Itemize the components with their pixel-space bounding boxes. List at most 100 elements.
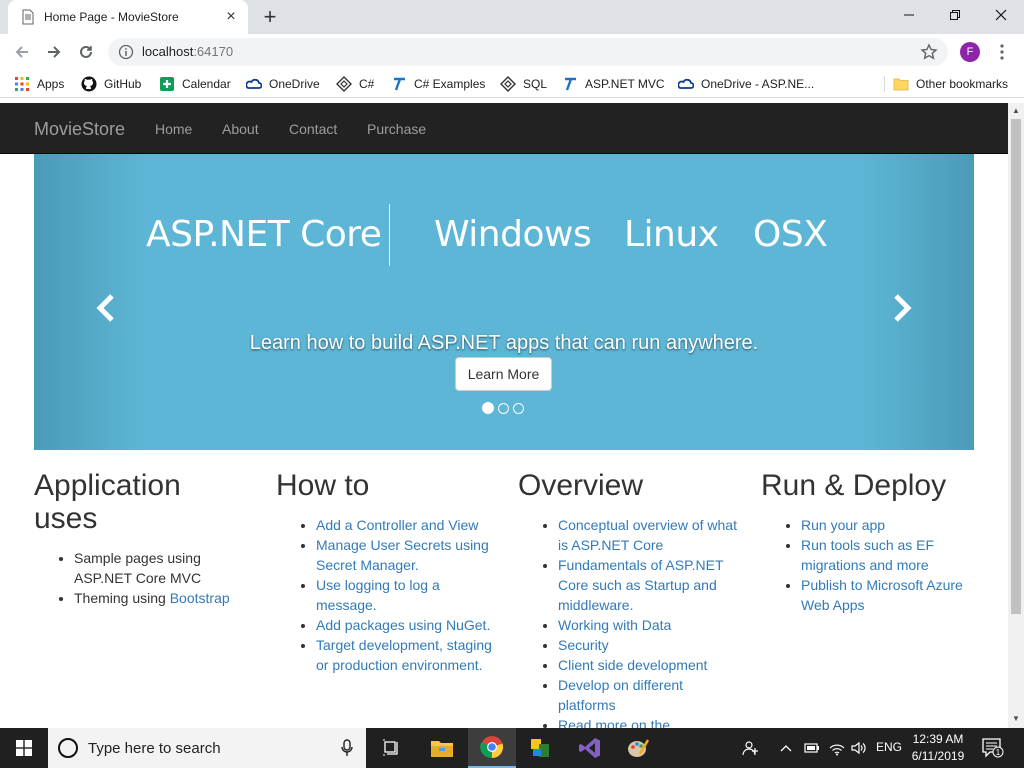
list-item: Sample pages using ASP.NET Core MVC [74,548,256,588]
list-link[interactable]: Client side development [558,657,707,673]
sticky-app-taskbar-button[interactable] [516,728,564,768]
microphone-icon[interactable] [340,739,354,757]
bookmark-csharp-examples[interactable]: C# Examples [391,75,485,93]
bookmarks-bar: Apps GitHub Calendar OneDrive C# C# Exam… [0,70,1024,98]
scroll-up-arrow-icon[interactable]: ▲ [1012,107,1020,115]
carousel-indicator-3[interactable] [513,403,524,414]
list-link[interactable]: Add packages using NuGet. [316,617,490,633]
diamond-icon [336,76,352,92]
bookmark-onedrive[interactable]: OneDrive [246,75,320,93]
carousel-indicator-1[interactable] [482,402,494,414]
list-link[interactable]: Use logging to log a message. [316,577,440,613]
nav-link-contact[interactable]: Contact [289,121,337,137]
restore-icon [950,10,960,20]
chrome-taskbar-button[interactable] [468,728,516,768]
wifi-icon[interactable] [828,740,846,756]
start-button[interactable] [0,728,48,768]
hero-word-windows: Windows [434,214,592,255]
tray-chevron-up-icon[interactable] [780,740,792,756]
column-overview: Overview Conceptual overview of what is … [518,469,740,728]
windows-logo-icon [16,740,32,756]
menu-kebab-icon[interactable] [996,42,1008,62]
visual-studio-taskbar-button[interactable] [566,728,614,768]
task-view-button[interactable] [368,728,416,768]
battery-icon[interactable] [803,740,821,756]
column-list: Sample pages using ASP.NET Core MVC Them… [34,548,256,608]
list-link[interactable]: Add a Controller and View [316,517,478,533]
list-link[interactable]: Publish to Microsoft Azure Web Apps [801,577,963,613]
bookmark-sql[interactable]: SQL [500,75,547,93]
bookmark-csharp[interactable]: C# [336,75,374,93]
list-item: Use logging to log a message. [316,575,498,615]
bootstrap-link[interactable]: Bootstrap [170,590,230,606]
scroll-down-arrow-icon[interactable]: ▼ [1012,715,1020,723]
tab-close-icon[interactable]: × [224,9,238,25]
input-language-indicator[interactable]: ENG [876,740,902,756]
people-icon[interactable] [742,740,760,756]
column-list: Add a Controller and View Manage User Se… [276,515,498,675]
address-bar[interactable]: localhost:64170 [108,38,948,66]
action-center-notification-icon[interactable]: 1 [982,738,1004,758]
paint-taskbar-button[interactable] [614,728,662,768]
list-item-text: Sample pages using ASP.NET Core MVC [74,550,202,586]
windows-taskbar: Type here to search ENG 12:39 AM 6/11/20… [0,728,1024,768]
reload-button[interactable] [74,40,98,64]
list-link[interactable]: Conceptual overview of what is ASP.NET C… [558,517,737,553]
list-link[interactable]: Target development, staging or productio… [316,637,492,673]
carousel-next-chevron-icon[interactable] [886,288,916,328]
profile-avatar[interactable]: F [960,42,980,62]
nav-link-home[interactable]: Home [155,121,192,137]
bookmark-label: OneDrive [269,77,320,91]
bookmark-aspnet-mvc[interactable]: ASP.NET MVC [562,75,665,93]
list-link[interactable]: Security [558,637,609,653]
scrollbar-thumb[interactable] [1011,119,1021,614]
nav-link-purchase[interactable]: Purchase [367,121,426,137]
bookmark-label: OneDrive - ASP.NE... [701,77,815,91]
site-brand-link[interactable]: MovieStore [34,119,125,140]
info-icon[interactable] [118,44,134,60]
bookmark-onedrive-aspnet[interactable]: OneDrive - ASP.NE... [678,75,814,93]
file-explorer-button[interactable] [418,728,466,768]
carousel-indicator-2[interactable] [498,403,509,414]
page-icon [22,9,34,25]
list-link[interactable]: Fundamentals of ASP.NET Core such as Sta… [558,557,723,613]
browser-tab-active[interactable]: Home Page - MovieStore × [8,0,248,34]
list-link[interactable]: Manage User Secrets using Secret Manager… [316,537,489,573]
taskbar-clock[interactable]: 12:39 AM 6/11/2019 [900,731,976,765]
reload-icon [80,45,92,58]
list-link[interactable]: Run tools such as EF migrations and more [801,537,934,573]
hero-word-osx: OSX [753,214,828,255]
bookmark-other-bookmarks[interactable]: Other bookmarks [893,75,1008,93]
list-link[interactable]: Run your app [801,517,885,533]
column-application-uses: Application uses Sample pages using ASP.… [34,469,256,608]
bookmark-github[interactable]: GitHub [81,75,141,93]
carousel-prev-chevron-icon[interactable] [92,288,122,328]
list-item: Develop on different platforms [558,675,740,715]
taskbar-search-box[interactable]: Type here to search [48,728,366,768]
nav-link-about[interactable]: About [222,121,259,137]
carousel-caption: Learn how to build ASP.NET apps that can… [249,332,759,354]
onedrive-icon [246,78,262,89]
restore-window-button[interactable] [932,0,978,30]
list-link[interactable]: Develop on different platforms [558,677,683,713]
page-scrollbar[interactable]: ▲ ▼ [1008,103,1024,728]
page-viewport: MovieStore Home About Contact Purchase A… [0,103,1008,728]
list-link[interactable]: Read more on the documentation site [558,717,676,728]
bookmark-star-icon[interactable] [920,43,938,61]
search-placeholder: Type here to search [88,740,221,757]
learn-more-button[interactable]: Learn More [455,357,552,391]
bookmark-apps[interactable]: Apps [14,75,64,93]
new-tab-plus-icon[interactable]: + [258,6,282,30]
back-button[interactable] [10,40,34,64]
forward-button[interactable] [42,40,66,64]
close-window-button[interactable] [978,0,1024,30]
site-navbar: MovieStore Home About Contact Purchase [0,103,1008,154]
minimize-window-button[interactable] [886,0,932,30]
notification-count: 1 [996,748,1001,757]
column-list: Conceptual overview of what is ASP.NET C… [518,515,740,728]
volume-icon[interactable] [850,740,868,756]
file-explorer-folder-icon [431,741,453,757]
bookmark-calendar[interactable]: Calendar [159,75,231,93]
bookmark-label: Apps [37,77,65,91]
list-link[interactable]: Working with Data [558,617,671,633]
